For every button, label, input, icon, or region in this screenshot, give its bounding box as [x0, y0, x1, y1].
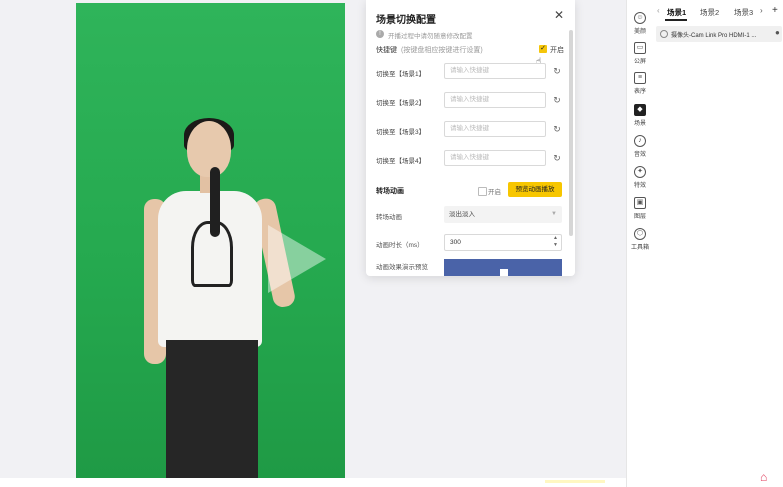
play-icon[interactable] — [268, 225, 326, 293]
bottom-highlight — [545, 480, 605, 483]
hotkey-enable-label: 开启 — [550, 47, 564, 54]
tool-toolbox[interactable]: ⬡ 工具箱 — [627, 228, 653, 251]
hotkey-enable-checkbox[interactable]: ✓ — [539, 45, 547, 53]
presenter-head — [187, 121, 231, 177]
chat-icon: ▭ — [634, 42, 646, 54]
hotkey-row-label: 切换至【场景3】 — [376, 129, 426, 136]
source-label: 摄像头-Cam Link Pro HDMI-1 ... — [671, 33, 757, 39]
refresh-icon[interactable]: ↻ — [552, 66, 562, 76]
hotkey-input[interactable]: 请输入快捷键 — [444, 121, 546, 137]
layers-icon: ◆ — [634, 104, 646, 116]
active-tab-indicator — [665, 19, 687, 21]
scene-switch-dialog: 场景切换配置 ✕ ! 开播过程中请勿随意修改配置 快捷键 (按键盘相应按键进行设置… — [366, 0, 575, 276]
hotkey-hint: (按键盘相应按键进行设置) — [401, 47, 483, 54]
hotkey-row-label: 切换至【场景4】 — [376, 158, 426, 165]
demo-marker — [500, 269, 508, 276]
effect-select[interactable]: 淡出淡入 ▼ — [444, 206, 562, 223]
close-icon[interactable]: ● — [775, 28, 780, 37]
microphone — [210, 167, 220, 237]
tool-label: 美颜 — [633, 29, 646, 35]
tool-label: 公屏 — [633, 59, 646, 65]
magic-icon: ✦ — [634, 166, 646, 178]
dialog-tip: 开播过程中请勿随意修改配置 — [388, 33, 473, 40]
scene-tabs: ‹ 场景1 场景2 场景3 › + — [653, 0, 783, 22]
mascot-icon[interactable]: ⌂ — [760, 470, 767, 484]
video-preview[interactable] — [76, 3, 345, 478]
tool-label: 表序 — [633, 89, 646, 95]
close-icon[interactable]: ✕ — [554, 8, 564, 22]
chevron-left-icon[interactable]: ‹ — [657, 6, 660, 15]
list-icon: ≡ — [634, 72, 646, 84]
tool-label: 图层 — [633, 214, 646, 220]
tool-label: 场景 — [633, 121, 646, 127]
dialog-title: 场景切换配置 — [376, 15, 436, 26]
presenter-pants — [166, 340, 258, 478]
tab-scene-2[interactable]: 场景2 — [700, 7, 719, 18]
tool-chat[interactable]: ▭ 公屏 — [627, 42, 653, 65]
transition-section-label: 转场动画 — [376, 188, 404, 195]
hotkey-section-label: 快捷键 (按键盘相应按键进行设置) — [376, 47, 483, 54]
sound-icon: ♪ — [634, 135, 646, 147]
right-toolbar: ☺ 美颜 ▭ 公屏 ≡ 表序 ◆ 场景 ♪ 音效 ✦ 特效 ▣ 图层 ⬡ 工具箱 — [626, 0, 654, 487]
tool-label: 音效 — [633, 152, 646, 158]
stepper-icon[interactable]: ▲ ▼ — [553, 235, 558, 249]
hotkey-row-label: 切换至【场景2】 — [376, 100, 426, 107]
hotkey-input[interactable]: 请输入快捷键 — [444, 92, 546, 108]
tool-beauty[interactable]: ☺ 美颜 — [627, 12, 653, 35]
chevron-down-icon: ▼ — [551, 211, 557, 217]
tool-layers[interactable]: ▣ 图层 — [627, 197, 653, 220]
tab-scene-3[interactable]: 场景3 — [734, 7, 753, 18]
scene-panel: ‹ 场景1 场景2 场景3 › + 摄像头-Cam Link Pro HDMI-… — [653, 0, 783, 487]
tool-list[interactable]: ≡ 表序 — [627, 72, 653, 95]
tool-effects[interactable]: ✦ 特效 — [627, 166, 653, 189]
hotkey-row-label: 切换至【场景1】 — [376, 71, 426, 78]
hotkey-input[interactable]: 请输入快捷键 — [444, 63, 546, 79]
tool-label: 特效 — [633, 183, 646, 189]
camera-icon — [660, 30, 668, 38]
refresh-icon[interactable]: ↻ — [552, 124, 562, 134]
bottom-bar — [0, 478, 626, 487]
source-list-item[interactable]: 摄像头-Cam Link Pro HDMI-1 ... ● — [656, 26, 782, 42]
refresh-icon[interactable]: ↻ — [552, 95, 562, 105]
beauty-icon: ☺ — [634, 12, 646, 24]
hotkey-input[interactable]: 请输入快捷键 — [444, 150, 546, 166]
dialog-scrollbar[interactable] — [569, 30, 573, 236]
tool-sound[interactable]: ♪ 音效 — [627, 135, 653, 158]
image-icon: ▣ — [634, 197, 646, 209]
chevron-right-icon[interactable]: › — [760, 6, 763, 15]
animation-demo-preview — [444, 259, 562, 276]
duration-label: 动画时长（ms） — [376, 242, 424, 249]
demo-label: 动画效果演示预览 — [376, 264, 428, 271]
effect-label: 转场动画 — [376, 214, 402, 221]
tool-label: 工具箱 — [630, 245, 649, 251]
toolbox-icon: ⬡ — [634, 228, 646, 240]
duration-input[interactable]: 300 ▲ ▼ — [444, 234, 562, 251]
info-icon: ! — [376, 30, 384, 38]
tool-scene[interactable]: ◆ 场景 — [627, 104, 653, 127]
tab-scene-1[interactable]: 场景1 — [667, 7, 686, 18]
transition-enable-label: 开启 — [488, 189, 501, 196]
preview-animation-button[interactable]: 预览动画播放 — [508, 182, 562, 197]
add-scene-icon[interactable]: + — [772, 5, 778, 16]
refresh-icon[interactable]: ↻ — [552, 153, 562, 163]
transition-enable-checkbox[interactable] — [478, 187, 487, 196]
